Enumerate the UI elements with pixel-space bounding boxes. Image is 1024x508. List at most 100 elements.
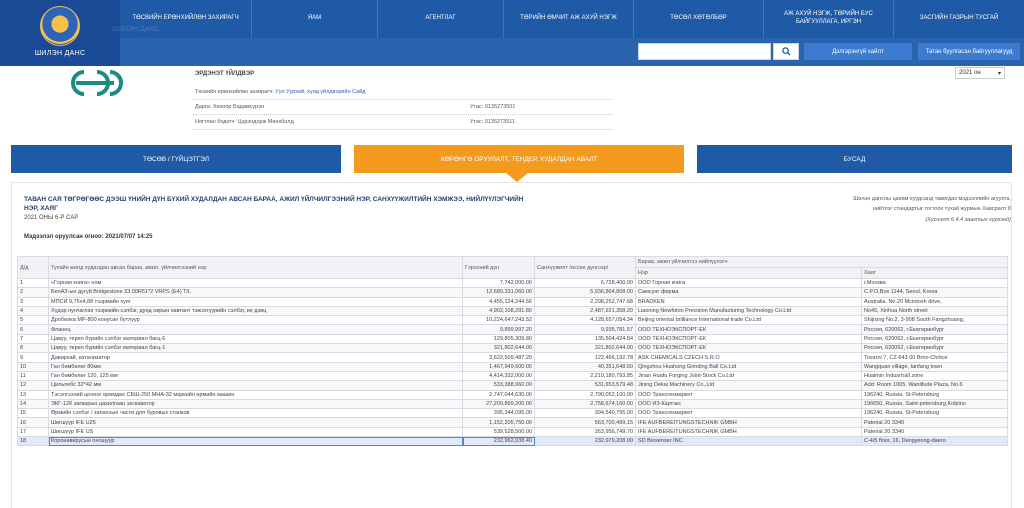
cell-no: 13 — [17, 389, 49, 400]
table-row[interactable]: 16 Шигшүүр IFE U25 1,152,205,750.00 563,700… — [17, 417, 1008, 428]
cell-no: 3 — [17, 296, 49, 307]
cell-supplier-name: BRADKEN — [635, 296, 862, 307]
table-row[interactable]: 3 МПСИ 9,75х4,88 тээрмийн хуяг 4,455,124,2… — [17, 296, 1008, 307]
site-logo[interactable]: ШИЛЭН ДАНС — [0, 0, 120, 66]
cell-item: Ган бөмбөлөг 120, 125 мм — [48, 370, 463, 382]
cell-supplier-address: C-4/5 floor, 16, Deogyeong-daero — [861, 436, 1008, 447]
tab-other[interactable]: БУСАД — [697, 145, 1012, 173]
table-row[interactable]: 6 Фланец 9,899,997.20 9,935,781.57 ООО ТЕХНО… — [17, 324, 1008, 335]
divider — [193, 114, 613, 115]
table-row[interactable]: 8 Цавуу, терел бүрийн сэлбэг материал баг… — [17, 343, 1008, 354]
cell-paid: 9,935,781.57 — [534, 324, 636, 335]
cell-supplier-address: Россия, 620062, г.Екатеринбург — [861, 324, 1008, 335]
table-row[interactable]: 13 Тэсэлгээний цооног өрөмдөх СБШ-250 МНА… — [17, 389, 1008, 400]
table-row[interactable]: 14 ЭКГ-12К загварын цахилгаан экскаватор 2… — [17, 398, 1008, 410]
org-phone-2: Утас: 0135273511 — [470, 119, 515, 125]
cell-paid: 2,790,052,100.00 — [534, 389, 636, 400]
cell-contract: 10,224,647,243.52 — [462, 315, 535, 326]
tab-budget[interactable]: ТӨСӨВ / ГҮЙЦЭТГЭЛ — [11, 145, 341, 173]
note-line-2: нийтлэг стандартыг тогтоох тухай журмын … — [872, 206, 1011, 213]
search-input[interactable] — [638, 43, 771, 60]
cell-supplier-address: 196240, Russia, St-Petersburg — [861, 389, 1008, 400]
regulation-note: Шилэн дансны цахим хуудсанд тавигдах мэд… — [781, 194, 1011, 225]
cell-supplier-name: Jinan Huafu Forging Joint-Stock Co.Ltd — [635, 370, 862, 382]
table-row[interactable]: 2 БелАЗ-ын дугуй Bridgestone 33.00R51*2 V… — [17, 287, 1008, 298]
cell-supplier-name: Самсунг фирма — [635, 287, 862, 298]
search-button[interactable] — [773, 43, 799, 60]
chevron-down-icon: ▾ — [997, 70, 1001, 77]
cell-supplier-address: 196240, Russia, St-Petersburg — [861, 408, 1008, 419]
cell-contract: 395,344,095.00 — [462, 408, 535, 419]
cell-supplier-address: Россия, 620062, г.Екатеринбург — [861, 333, 1008, 345]
manager-label: Төсвийн ерөнхийлөн захирагч: — [195, 89, 274, 95]
nav-item-state-owned[interactable]: ТӨРИЙН ӨМЧИТ АЖ АХУЙ НЭГЖ — [504, 0, 634, 38]
cell-paid: 2,487,921,358.20 — [534, 305, 636, 317]
cell-item: Цавуу, терел бүрийн сэлбэг материал багц… — [48, 333, 463, 345]
nav-item-agency[interactable]: АГЕНТЛАГ — [378, 0, 504, 38]
cell-paid: 2,758,674,160.00 — [534, 398, 636, 410]
cell-supplier-address: C.P.O.Box 1144, Seoul, Korea — [861, 287, 1008, 298]
search-icon — [781, 47, 791, 56]
cell-supplier-address: Wangquan village, tanfang town — [861, 361, 1008, 372]
cell-contract: 232,962,038.40 — [462, 436, 535, 447]
cell-no: 15 — [17, 408, 49, 419]
nav-item-ngo[interactable]: АЖ АХУЙ НЭГЖ, ТӨРИЙН БУС БАЙГУУЛЛАГА, ИР… — [764, 0, 894, 38]
dissolved-orgs-button[interactable]: Татан буулгасан байгууллагууд — [918, 43, 1020, 60]
cell-supplier-name: ООО ТЕХНОЭКСПОРТ-ЕК — [635, 324, 862, 335]
cell-paid: 321,802,644.00 — [534, 343, 636, 354]
cell-paid: 263,956,749.70 — [534, 426, 636, 438]
nav-item-projects[interactable]: ТӨСӨЛ ХӨТӨЛБӨР — [634, 0, 764, 38]
cell-supplier-address: 196650, Russia, Saint-petersburg,Kolpino — [861, 398, 1008, 410]
table-row[interactable]: 11 Ган бөмбөлөг 120, 125 мм 4,414,332,000.… — [17, 370, 1008, 382]
org-director: Дарга: Хөхоор Бадамсүрэн — [195, 104, 265, 110]
header-supplier-group: Бараа, ажил үйлчилгээ нийлүүлэгч — [635, 256, 1008, 268]
cell-contract: 7,742,000.00 — [462, 277, 535, 289]
header-paid: Санхүүжилт /өссөн дүнгээр/ — [534, 256, 636, 279]
cell-no: 6 — [17, 324, 49, 335]
cell-paid: 394,540,795.00 — [534, 408, 636, 419]
cell-item: Цильпебс 32*42 мм — [48, 380, 463, 391]
cell-item: Шигшүүр IFE U25 — [48, 417, 463, 428]
cell-no: 9 — [17, 352, 49, 363]
cell-supplier-address: Huaimin Indusrtrall zone — [861, 370, 1008, 382]
cell-contract: 539,528,500.00 — [462, 426, 535, 438]
cell-supplier-address: Add: Room 1005, Wanlifude Plaza, No.6 — [861, 380, 1008, 391]
header-contract: Гэрээний дүн — [462, 256, 535, 279]
year-select[interactable]: 2021 он ▾ — [955, 67, 1005, 79]
divider — [193, 99, 613, 100]
table-row[interactable]: 4 Хүдэр нунтаглах тээрмийн сэлбэг, дунд о… — [17, 305, 1008, 317]
year-value: 2021 он — [959, 70, 981, 76]
advanced-search-button[interactable]: Дэлгэрэнгүй хайлт — [804, 43, 912, 60]
cell-supplier-address: Paterial 20 3340 — [861, 426, 1008, 438]
table-row[interactable]: 12 Цильпебс 32*42 мм 533,388,960.00 531,653… — [17, 380, 1008, 391]
table-row[interactable]: 9 Давирхай, катализатор 3,622,509,487.20 12… — [17, 352, 1008, 363]
cell-no: 16 — [17, 417, 49, 428]
cell-supplier-name: ASK CHEMICALS CZECH S.R.O — [635, 352, 862, 363]
cell-item: «Горная книга» ном — [48, 277, 463, 289]
cell-supplier-name: IFE AUFBEREITUNGSTECHNIK GMBH — [635, 417, 862, 428]
nav-item-government-special[interactable]: ЗАСГИЙН ГАЗРЫН ТУСГАЙ — [894, 0, 1024, 38]
logo-text: ШИЛЭН ДАНС — [34, 50, 86, 57]
cell-no: 5 — [17, 315, 49, 326]
table-row[interactable]: 1 «Горная книга» ном 7,742,000.00 6,728,400… — [17, 277, 1008, 289]
cell-contract: 1,467,949,600.00 — [462, 361, 535, 372]
cell-supplier-name: Jining Dekai Machinery Co.,Ltd — [635, 380, 862, 391]
org-name: ЭРДЭНЭТ ҮЙЛДВЭР — [195, 71, 255, 77]
cell-paid: 40,351,648.60 — [534, 361, 636, 372]
table-row[interactable]: 17 Шигшүүр IFE US 539,528,500.00 263,956,74… — [17, 426, 1008, 438]
cell-supplier-address: Shijixing No.2, 3-908 South Fangzhuang, — [861, 315, 1008, 326]
table-row[interactable]: 18 Коронавирусын оношуур 232,962,038.40 232… — [17, 436, 1008, 447]
cell-contract: 129,805,309.80 — [462, 333, 535, 345]
cell-contract: 321,802,644.00 — [462, 343, 535, 354]
table-row[interactable]: 10 Ган бөмбөлөг 80мм 1,467,949,600.00 40,35… — [17, 361, 1008, 372]
table-row[interactable]: 5 Дробилка МР-800 конусан бутлуур 10,224,6… — [17, 315, 1008, 326]
nav-item-ministry[interactable]: ЯАМ — [252, 0, 378, 38]
manager-link[interactable]: Уул Уурхай, хүнд үйлдвэрийн Сайд — [275, 89, 365, 95]
tab-investment-tender[interactable]: ХӨРӨНГӨ ОРУУЛАЛТ, ТЕНДЕР, ХУДАЛДАН АВАЛТ — [354, 145, 684, 173]
cell-paid: 2,298,252,747.68 — [534, 296, 636, 307]
cell-no: 2 — [17, 287, 49, 298]
table-row[interactable]: 15 Өрмийн сэлбэг / запасные части для бур… — [17, 408, 1008, 419]
report-title: ТАВАН САЯ ТӨГРӨГӨӨС ДЭЭШ ҮНИЙН ДҮН БҮХИЙ… — [24, 196, 524, 212]
table-row[interactable]: 7 Цавуу, терел бүрийн сэлбэг материал баг… — [17, 333, 1008, 345]
header-item: Тухайн жилд худалдан авсан бараа, ажил, … — [48, 256, 463, 279]
